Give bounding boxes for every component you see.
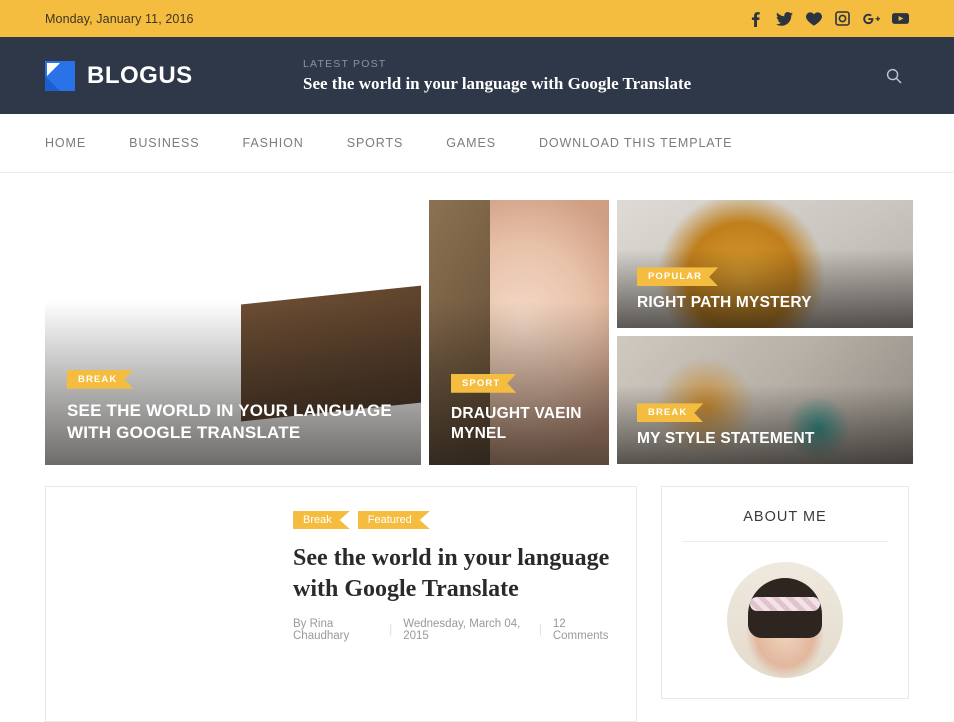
featured-card-body: POPULAR RIGHT PATH MYSTERY: [617, 266, 913, 328]
logo-triangle-icon: [45, 60, 75, 91]
top-bar: Monday, January 11, 2016: [0, 0, 954, 37]
post-tags: Break Featured: [293, 511, 614, 529]
featured-card-main[interactable]: BREAK SEE THE WORLD IN YOUR LANGUAGE WIT…: [45, 200, 421, 465]
nav-item-home[interactable]: HOME: [45, 136, 86, 150]
post-date: Wednesday, March 04, 2015: [403, 618, 521, 643]
latest-post-title[interactable]: See the world in your language with Goog…: [303, 74, 879, 94]
category-badge[interactable]: BREAK: [67, 370, 133, 389]
category-badge[interactable]: POPULAR: [637, 267, 718, 286]
sidebar: ABOUT ME: [661, 486, 909, 722]
instagram-icon[interactable]: [834, 10, 851, 27]
about-me-widget: ABOUT ME: [661, 486, 909, 699]
post-tag-break[interactable]: Break: [293, 511, 350, 529]
nav-item-fashion[interactable]: FASHION: [243, 136, 304, 150]
nav-item-download-this-template[interactable]: DOWNLOAD THIS TEMPLATE: [539, 136, 732, 150]
post-meta: By Rina Chaudhary | Wednesday, March 04,…: [293, 618, 614, 642]
featured-column-right: POPULAR RIGHT PATH MYSTERY BREAK MY STYL…: [617, 200, 913, 465]
category-badge[interactable]: SPORT: [451, 374, 516, 393]
bloglovin-heart-icon[interactable]: [805, 10, 822, 27]
post-item: Break Featured See the world in your lan…: [45, 486, 637, 722]
post-thumbnail[interactable]: [68, 509, 271, 699]
post-comment-count[interactable]: 12 Comments: [553, 618, 614, 642]
featured-card-body: SPORT DRAUGHT VAEIN MYNEL: [429, 373, 609, 465]
avatar: [727, 562, 843, 678]
brand-logo[interactable]: BLOGUS: [45, 60, 255, 91]
featured-card-popular[interactable]: POPULAR RIGHT PATH MYSTERY: [617, 200, 913, 328]
featured-card-title[interactable]: DRAUGHT VAEIN MYNEL: [451, 404, 587, 445]
main-navigation: HOME BUSINESS FASHION SPORTS GAMES DOWNL…: [0, 114, 954, 173]
featured-card-sport[interactable]: SPORT DRAUGHT VAEIN MYNEL: [429, 200, 609, 465]
meta-separator: |: [538, 624, 542, 637]
category-badge[interactable]: BREAK: [637, 403, 703, 422]
brand-name: BLOGUS: [87, 61, 193, 89]
featured-card-body: BREAK SEE THE WORLD IN YOUR LANGUAGE WIT…: [45, 369, 421, 465]
featured-card-title[interactable]: RIGHT PATH MYSTERY: [637, 293, 893, 314]
post-author[interactable]: By Rina Chaudhary: [293, 618, 378, 642]
google-plus-icon[interactable]: [863, 10, 880, 27]
featured-card-title[interactable]: SEE THE WORLD IN YOUR LANGUAGE WITH GOOG…: [67, 400, 399, 445]
social-links: [747, 10, 909, 27]
featured-card-title[interactable]: MY STYLE STATEMENT: [637, 429, 893, 450]
featured-card-style[interactable]: BREAK MY STYLE STATEMENT: [617, 336, 913, 464]
meta-separator: |: [389, 624, 393, 637]
widget-title: ABOUT ME: [682, 509, 888, 542]
search-icon[interactable]: [879, 61, 909, 91]
nav-item-games[interactable]: GAMES: [446, 136, 496, 150]
youtube-icon[interactable]: [892, 10, 909, 27]
post-tag-featured[interactable]: Featured: [358, 511, 430, 529]
featured-slider: BREAK SEE THE WORLD IN YOUR LANGUAGE WIT…: [0, 173, 954, 465]
featured-column-main: BREAK SEE THE WORLD IN YOUR LANGUAGE WIT…: [45, 200, 421, 465]
content-area: Break Featured See the world in your lan…: [0, 465, 954, 722]
post-content: Break Featured See the world in your lan…: [293, 509, 614, 699]
featured-card-body: BREAK MY STYLE STATEMENT: [617, 402, 913, 464]
post-list: Break Featured See the world in your lan…: [45, 486, 637, 722]
site-header: BLOGUS LATEST POST See the world in your…: [0, 37, 954, 114]
latest-post-label: LATEST POST: [303, 57, 387, 70]
facebook-icon[interactable]: [747, 10, 764, 27]
nav-item-sports[interactable]: SPORTS: [347, 136, 404, 150]
post-title[interactable]: See the world in your language with Goog…: [293, 543, 614, 605]
twitter-icon[interactable]: [776, 10, 793, 27]
current-date: Monday, January 11, 2016: [45, 11, 194, 26]
nav-item-business[interactable]: BUSINESS: [129, 136, 199, 150]
featured-column-mid: SPORT DRAUGHT VAEIN MYNEL: [429, 200, 609, 465]
latest-post-block: LATEST POST See the world in your langua…: [255, 58, 879, 94]
